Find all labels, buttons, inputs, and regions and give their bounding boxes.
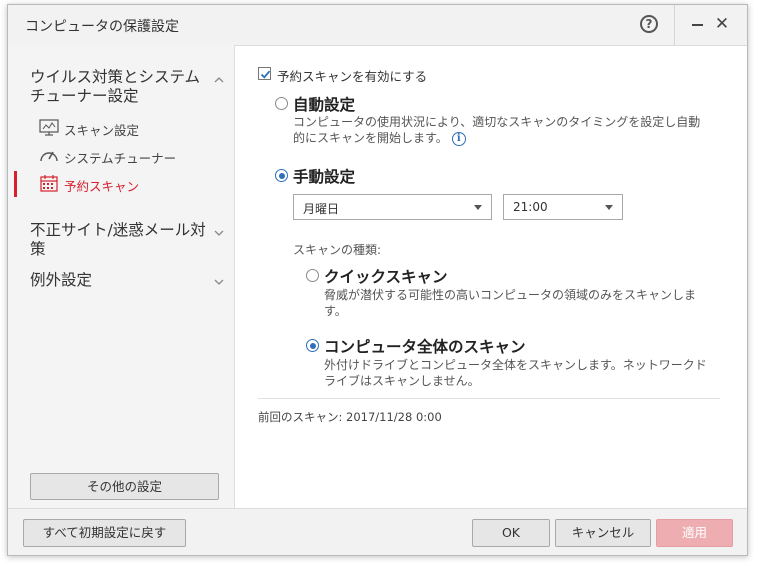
- day-select-value: 月曜日: [303, 202, 340, 216]
- last-scan-text: 前回のスキャン: 2017/11/28 0:00: [258, 410, 442, 424]
- protection-settings-window: コンピュータの保護設定 ? ✕ ウイルス対策とシステムチューナー設定 スキャン設…: [7, 4, 748, 556]
- reset-defaults-button[interactable]: すべて初期設定に戻す: [23, 519, 186, 547]
- quick-scan-radio[interactable]: [306, 269, 319, 282]
- full-scan-description: 外付けドライブとコンピュータ全体をスキャンします。ネットワークドライブはスキャン…: [324, 358, 707, 388]
- sidebar-item-label: スキャン設定: [64, 123, 140, 138]
- minimize-button[interactable]: [687, 13, 707, 35]
- other-settings-button[interactable]: その他の設定: [30, 473, 219, 500]
- dropdown-arrow-icon: [605, 205, 613, 210]
- monitor-icon: [39, 119, 59, 136]
- gauge-icon: [40, 151, 58, 162]
- full-scan-title[interactable]: コンピュータ全体のスキャン: [324, 335, 526, 357]
- auto-setting-radio[interactable]: [275, 97, 288, 110]
- day-select[interactable]: 月曜日: [293, 194, 492, 220]
- ok-button[interactable]: OK: [472, 519, 550, 547]
- quick-scan-title[interactable]: クイックスキャン: [324, 265, 448, 287]
- checkbox-box[interactable]: [258, 67, 271, 80]
- main-panel: 予約スキャンを有効にする 自動設定 コンピュータの使用状況により、適切なスキャン…: [236, 45, 747, 508]
- auto-setting-description: コンピュータの使用状況により、適切なスキャンのタイミングを設定し自動的にスキャン…: [293, 114, 703, 146]
- nav-group-web-mail[interactable]: 不正サイト/迷惑メール対策: [30, 221, 210, 259]
- quick-scan-description: 脅威が潜伏する可能性の高いコンピュータの領域のみをスキャンします。: [324, 288, 697, 318]
- nav-group-exceptions[interactable]: 例外設定: [30, 271, 210, 290]
- divider: [258, 398, 720, 399]
- title-bar: コンピュータの保護設定 ? ✕: [8, 5, 747, 46]
- time-select[interactable]: 21:00: [503, 194, 623, 220]
- minimize-icon: [692, 24, 703, 26]
- chevron-up-icon[interactable]: [214, 75, 224, 85]
- calendar-icon: [40, 175, 58, 192]
- manual-setting-title[interactable]: 手動設定: [293, 165, 355, 187]
- checkmark-icon: [260, 70, 271, 79]
- full-scan-radio[interactable]: [306, 339, 319, 352]
- time-select-value: 21:00: [513, 200, 548, 214]
- active-indicator: [14, 171, 17, 197]
- title-bar-divider: [674, 5, 675, 45]
- close-button[interactable]: ✕: [712, 13, 732, 35]
- info-icon[interactable]: i: [451, 131, 466, 146]
- auto-setting-description-text: コンピュータの使用状況により、適切なスキャンのタイミングを設定し自動的にスキャン…: [293, 115, 701, 145]
- chevron-down-icon[interactable]: [214, 277, 224, 287]
- window-title: コンピュータの保護設定: [25, 19, 179, 35]
- checkbox-label: 予約スキャンを有効にする: [277, 69, 428, 84]
- sidebar-item-label: システムチューナー: [64, 151, 177, 166]
- manual-setting-radio[interactable]: [275, 169, 288, 182]
- dropdown-arrow-icon: [474, 205, 482, 210]
- scan-type-label: スキャンの種類:: [293, 243, 382, 257]
- nav-group-antivirus[interactable]: ウイルス対策とシステムチューナー設定: [30, 68, 210, 106]
- footer-bar: すべて初期設定に戻す OK キャンセル 適用: [8, 508, 747, 555]
- apply-button[interactable]: 適用: [656, 519, 733, 547]
- cancel-button[interactable]: キャンセル: [555, 519, 651, 547]
- sidebar-item-label: 予約スキャン: [64, 179, 140, 194]
- sidebar: ウイルス対策とシステムチューナー設定 スキャン設定 システムチューナー 予約スキ…: [8, 45, 235, 508]
- help-button[interactable]: ?: [640, 15, 658, 33]
- chevron-down-icon[interactable]: [214, 228, 224, 238]
- auto-setting-title[interactable]: 自動設定: [293, 93, 355, 115]
